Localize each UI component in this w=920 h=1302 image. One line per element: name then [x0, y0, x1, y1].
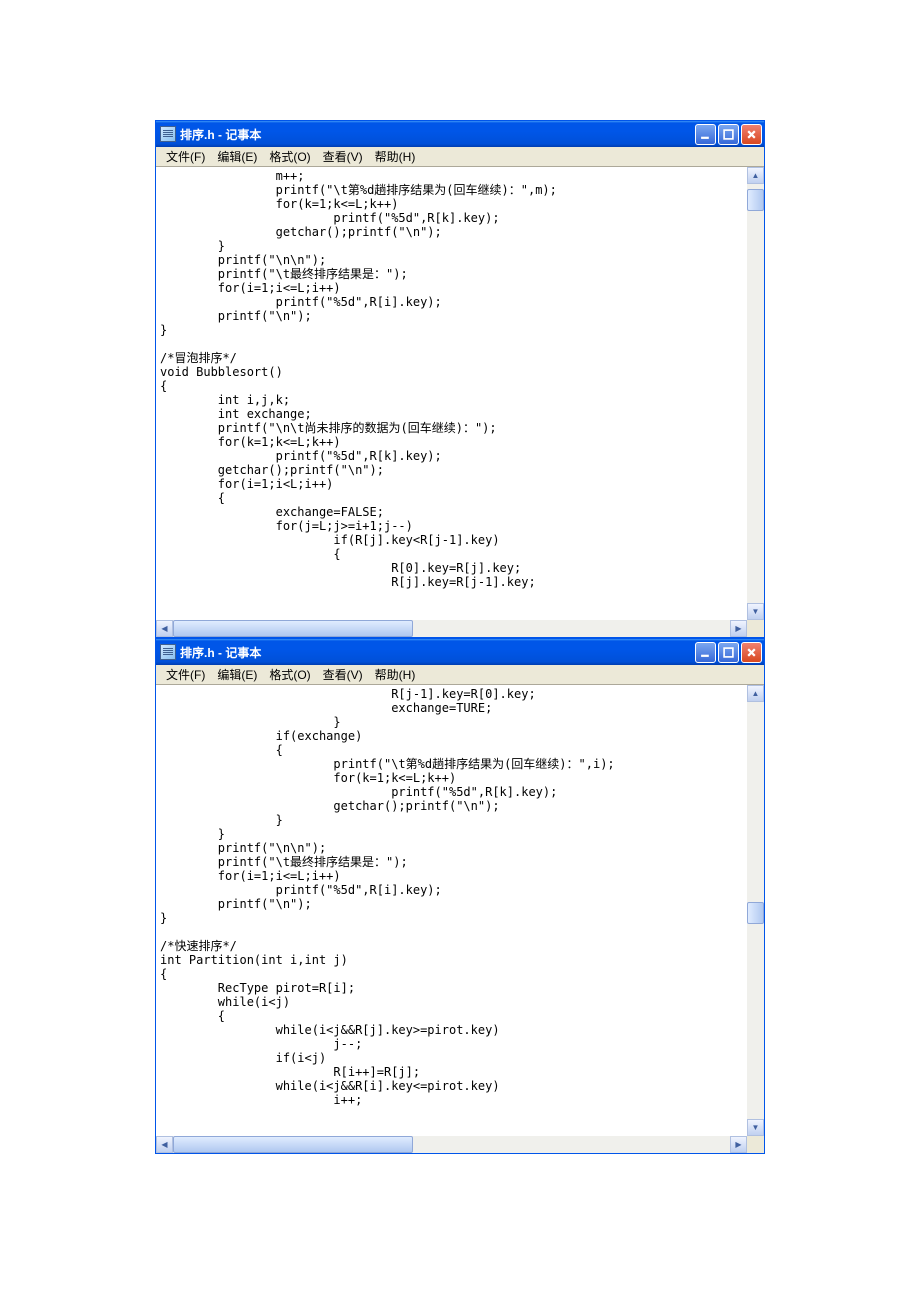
vscroll-track[interactable]	[747, 702, 764, 1119]
menu-file[interactable]: 文件(F)	[160, 664, 211, 685]
minimize-button[interactable]	[695, 642, 716, 663]
scroll-down-button[interactable]: ▼	[747, 603, 764, 620]
hscroll-thumb[interactable]	[173, 1136, 413, 1153]
scroll-corner	[747, 1136, 764, 1153]
horizontal-scrollbar[interactable]: ◀ ▶	[156, 1136, 747, 1153]
scroll-left-button[interactable]: ◀	[156, 1136, 173, 1153]
menu-format[interactable]: 格式(O)	[263, 146, 316, 167]
scroll-right-button[interactable]: ▶	[730, 1136, 747, 1153]
notepad-window-1: 排序.h - 记事本 文件(F) 编辑(E) 格式(O) 查看(V) 帮助(H)…	[155, 120, 765, 638]
text-editor[interactable]: m++; printf("\t第%d趟排序结果为(回车继续)：",m); for…	[156, 167, 747, 620]
hscroll-thumb[interactable]	[173, 620, 413, 637]
menu-view[interactable]: 查看(V)	[317, 146, 369, 167]
maximize-button[interactable]	[718, 642, 739, 663]
window-buttons	[695, 642, 762, 663]
window-buttons	[695, 124, 762, 145]
horizontal-scrollbar[interactable]: ◀ ▶	[156, 620, 747, 637]
vscroll-track[interactable]	[747, 184, 764, 603]
vscroll-thumb[interactable]	[747, 189, 764, 211]
menu-edit[interactable]: 编辑(E)	[211, 664, 263, 685]
content-area: m++; printf("\t第%d趟排序结果为(回车继续)：",m); for…	[156, 167, 764, 637]
scroll-up-button[interactable]: ▲	[747, 167, 764, 184]
vertical-scrollbar[interactable]: ▲ ▼	[747, 685, 764, 1136]
hscroll-track[interactable]	[173, 1136, 730, 1153]
maximize-button[interactable]	[718, 124, 739, 145]
notepad-icon	[160, 126, 176, 142]
content-area: R[j-1].key=R[0].key; exchange=TURE; } if…	[156, 685, 764, 1153]
window-title: 排序.h - 记事本	[180, 126, 695, 143]
scroll-down-button[interactable]: ▼	[747, 1119, 764, 1136]
scroll-up-button[interactable]: ▲	[747, 685, 764, 702]
scroll-right-button[interactable]: ▶	[730, 620, 747, 637]
notepad-window-2: 排序.h - 记事本 文件(F) 编辑(E) 格式(O) 查看(V) 帮助(H)…	[155, 638, 765, 1154]
menu-file[interactable]: 文件(F)	[160, 146, 211, 167]
hscroll-track[interactable]	[173, 620, 730, 637]
vscroll-thumb[interactable]	[747, 902, 764, 924]
menu-format[interactable]: 格式(O)	[263, 664, 316, 685]
scroll-left-button[interactable]: ◀	[156, 620, 173, 637]
menubar: 文件(F) 编辑(E) 格式(O) 查看(V) 帮助(H)	[156, 665, 764, 685]
scroll-corner	[747, 620, 764, 637]
text-editor[interactable]: R[j-1].key=R[0].key; exchange=TURE; } if…	[156, 685, 747, 1136]
menu-help[interactable]: 帮助(H)	[369, 664, 422, 685]
minimize-button[interactable]	[695, 124, 716, 145]
menubar: 文件(F) 编辑(E) 格式(O) 查看(V) 帮助(H)	[156, 147, 764, 167]
titlebar[interactable]: 排序.h - 记事本	[156, 639, 764, 665]
close-button[interactable]	[741, 124, 762, 145]
notepad-icon	[160, 644, 176, 660]
vertical-scrollbar[interactable]: ▲ ▼	[747, 167, 764, 620]
menu-help[interactable]: 帮助(H)	[369, 146, 422, 167]
menu-view[interactable]: 查看(V)	[317, 664, 369, 685]
close-button[interactable]	[741, 642, 762, 663]
window-title: 排序.h - 记事本	[180, 644, 695, 661]
titlebar[interactable]: 排序.h - 记事本	[156, 121, 764, 147]
menu-edit[interactable]: 编辑(E)	[211, 146, 263, 167]
